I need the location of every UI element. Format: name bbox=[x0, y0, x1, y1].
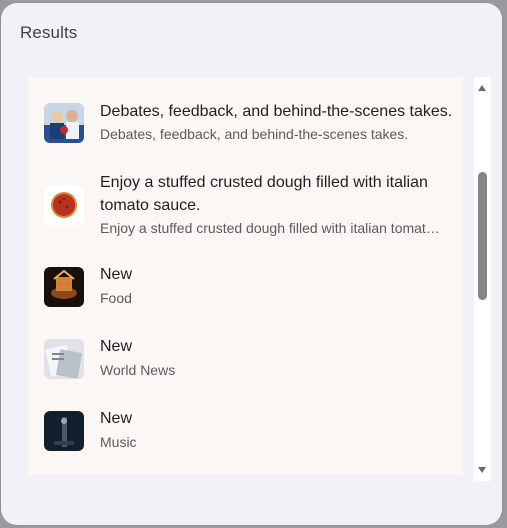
item-title: Enjoy a stuffed crusted dough filled wit… bbox=[100, 174, 428, 214]
scroll-down-icon[interactable] bbox=[478, 467, 486, 473]
news-thumbnail bbox=[44, 339, 84, 379]
list-item[interactable]: New World News bbox=[28, 335, 463, 397]
item-subtitle: World News bbox=[100, 362, 176, 378]
dialog-title: Results bbox=[20, 23, 78, 42]
food-thumbnail bbox=[44, 267, 84, 307]
pizza-thumbnail bbox=[44, 185, 84, 225]
scroll-up-icon[interactable] bbox=[478, 85, 486, 91]
item-title: New bbox=[100, 266, 133, 283]
list-item[interactable]: New Food bbox=[28, 263, 463, 325]
list-item[interactable]: Debates, feedback, and behind-the-scenes… bbox=[28, 93, 463, 155]
scrollbar-thumb[interactable] bbox=[478, 172, 487, 300]
list-item[interactable]: Enjoy a stuffed crusted dough filled wit… bbox=[28, 169, 463, 249]
results-list[interactable]: Debates, feedback, and behind-the-scenes… bbox=[28, 77, 463, 475]
item-subtitle: Music bbox=[100, 434, 137, 450]
item-title: New bbox=[100, 338, 133, 355]
vertical-scrollbar[interactable] bbox=[474, 77, 491, 481]
people-thumbnail bbox=[44, 103, 84, 143]
music-thumbnail bbox=[44, 411, 84, 451]
item-subtitle: Enjoy a stuffed crusted dough filled wit… bbox=[100, 220, 440, 236]
item-subtitle: Debates, feedback, and behind-the-scenes… bbox=[100, 126, 409, 142]
item-subtitle: Food bbox=[100, 290, 132, 306]
item-title: Debates, feedback, and behind-the-scenes… bbox=[100, 103, 453, 120]
results-dialog: Results Debates, feedback, and behind-th… bbox=[1, 3, 502, 525]
list-item[interactable]: New Music bbox=[28, 407, 463, 469]
item-title: New bbox=[100, 410, 133, 427]
